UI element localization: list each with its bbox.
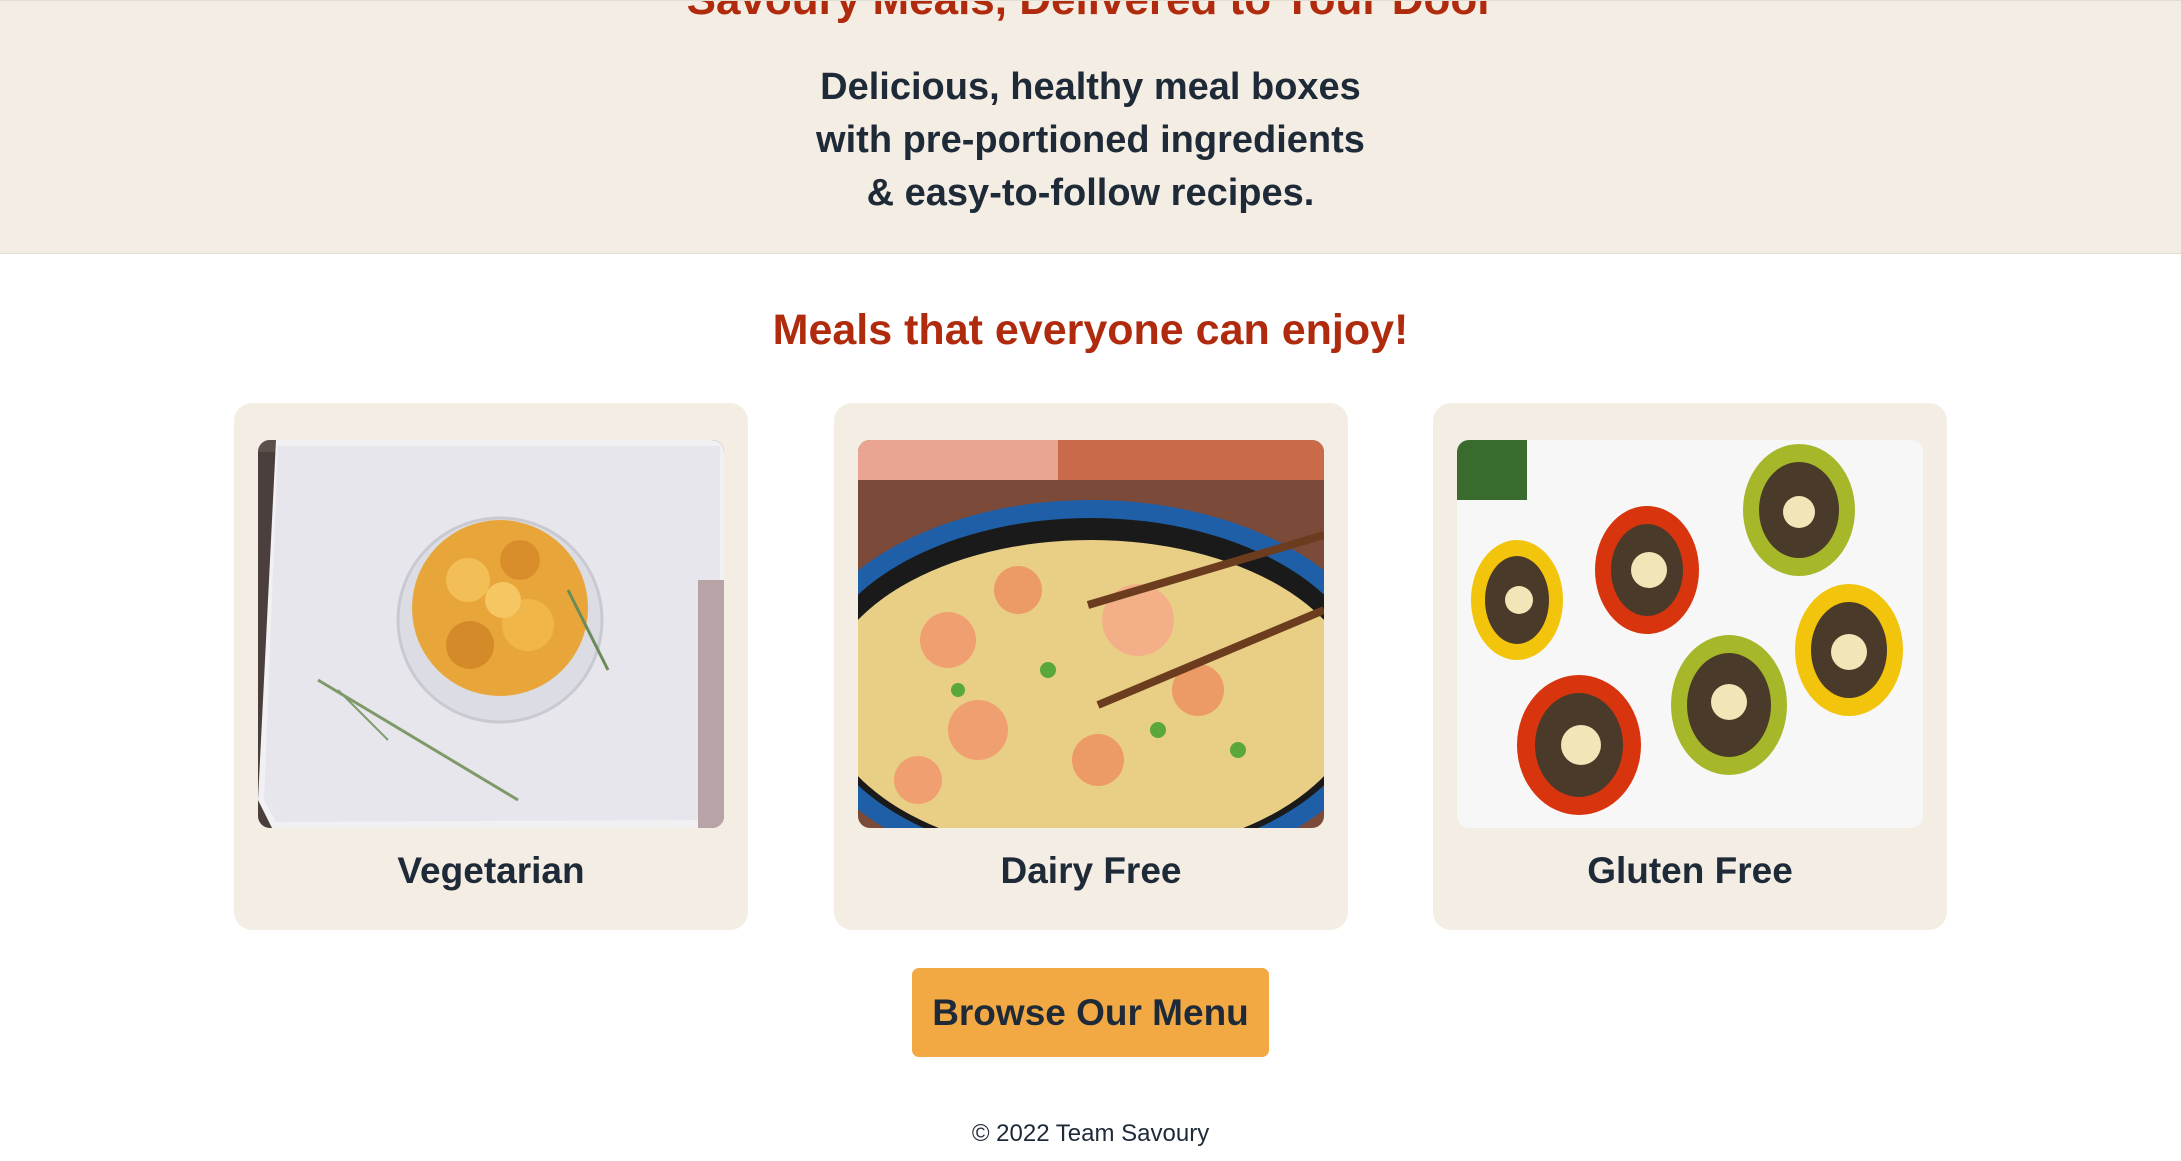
tagline-line: & easy-to-follow recipes. bbox=[866, 172, 1315, 214]
browse-menu-button[interactable]: Browse Our Menu bbox=[912, 968, 1269, 1057]
tagline-line: Delicious, healthy meal boxes bbox=[820, 66, 1361, 108]
meal-card-label: Gluten Free bbox=[1587, 850, 1793, 891]
meal-card-gluten-free: Gluten Free bbox=[1433, 403, 1947, 930]
hero-title: Savoury Meals, Delivered to Your Door bbox=[0, 1, 2181, 25]
meal-card-label: Dairy Free bbox=[1000, 850, 1182, 891]
shrimp-fried-rice-photo bbox=[858, 440, 1324, 828]
meals-section-title: Meals that everyone can enjoy! bbox=[772, 306, 1409, 354]
stuffed-peppers-photo bbox=[1457, 440, 1923, 828]
hero-tagline: Delicious, healthy meal boxes with pre-p… bbox=[0, 61, 2181, 220]
mac-and-cheese-photo bbox=[258, 440, 724, 828]
footer-copyright: © 2022 Team Savoury bbox=[971, 1120, 1210, 1147]
meal-card-label: Vegetarian bbox=[397, 850, 585, 891]
meal-card-vegetarian: Vegetarian bbox=[234, 403, 748, 930]
hero-banner: Savoury Meals, Delivered to Your Door De… bbox=[0, 0, 2181, 254]
meal-card-dairy-free: Dairy Free bbox=[834, 403, 1348, 930]
tagline-line: with pre-portioned ingredients bbox=[816, 119, 1365, 161]
